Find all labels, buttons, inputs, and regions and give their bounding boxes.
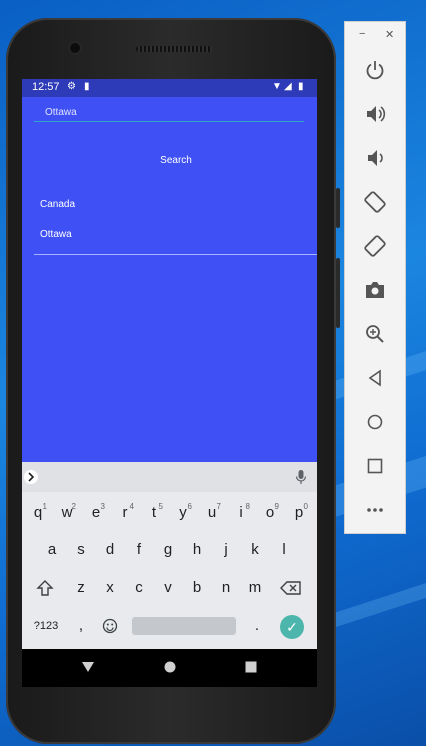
navigation-bar [22,649,317,687]
search-input[interactable]: Ottawa [34,106,304,122]
backspace-icon [280,581,301,595]
status-time: 12:57 [32,81,60,93]
key-h[interactable]: h [186,536,208,564]
key-b[interactable]: b [186,574,208,602]
nav-overview-icon[interactable] [244,660,258,674]
key-s[interactable]: s [70,536,92,564]
key-y[interactable]: y6 [172,499,194,527]
wifi-icon: ▼ [272,81,282,92]
minimize-icon[interactable]: − [359,28,365,40]
key-l[interactable]: l [273,536,295,564]
key-d[interactable]: d [99,536,121,564]
camera-icon[interactable] [361,276,389,304]
key-z[interactable]: z [70,574,92,602]
earpiece-speaker [136,46,212,52]
key-j[interactable]: j [215,536,237,564]
key-f[interactable]: f [128,536,150,564]
period-key[interactable]: . [246,612,268,640]
battery-icon: ▮ [298,81,304,92]
result-city: Ottawa [40,229,72,240]
space-key[interactable] [132,617,236,635]
key-k[interactable]: k [244,536,266,564]
key-v[interactable]: v [157,574,179,602]
volume-down-icon[interactable] [361,144,389,172]
volume-side-button[interactable] [336,258,340,328]
volume-up-icon[interactable] [361,100,389,128]
phone-screen: 12:57 ⚙ ▮ ▼ ◢ ▮ Ottawa Search Canada Ott… [22,79,317,649]
key-e[interactable]: e3 [85,499,107,527]
sd-card-notification-icon: ▮ [84,81,90,92]
suggestion-strip [22,462,317,492]
key-w[interactable]: w2 [56,499,78,527]
symbols-key[interactable]: ?123 [31,612,61,640]
more-icon[interactable] [361,496,389,524]
key-t[interactable]: t5 [143,499,165,527]
rotate-left-icon[interactable] [361,188,389,216]
overview-icon[interactable] [361,452,389,480]
back-icon[interactable] [361,364,389,392]
key-x[interactable]: x [99,574,121,602]
rotate-right-icon[interactable] [361,232,389,260]
checkmark-icon: ✓ [286,619,298,635]
emulator-control-panel: − ✕ [344,21,406,534]
key-o[interactable]: o9 [259,499,281,527]
close-icon[interactable]: ✕ [385,28,394,41]
nav-back-icon[interactable] [81,661,95,673]
comma-key[interactable]: , [70,612,92,640]
home-icon[interactable] [361,408,389,436]
key-c[interactable]: c [128,574,150,602]
nav-home-icon[interactable] [163,660,177,674]
key-i[interactable]: i8 [230,499,252,527]
emoji-icon [102,618,118,634]
zoom-icon[interactable] [361,320,389,348]
key-n[interactable]: n [215,574,237,602]
key-r[interactable]: r4 [114,499,136,527]
power-side-button[interactable] [336,188,340,228]
status-bar: 12:57 ⚙ ▮ ▼ ◢ ▮ [22,79,317,97]
microphone-icon[interactable] [295,469,307,485]
key-m[interactable]: m [244,574,266,602]
backspace-key[interactable] [280,574,302,602]
search-button[interactable]: Search [142,152,210,170]
settings-notification-icon: ⚙ [67,81,76,92]
shift-icon [36,580,54,596]
key-p[interactable]: p0 [288,499,310,527]
results-divider [34,254,317,255]
result-country: Canada [40,199,76,210]
key-q[interactable]: q1 [27,499,49,527]
front-camera [70,43,80,53]
signal-icon: ◢ [284,81,292,92]
emoji-key[interactable] [99,612,121,640]
key-u[interactable]: u7 [201,499,223,527]
soft-keyboard: q1 w2 e3 r4 t5 y6 u7 i8 o9 p0 a s d f g … [22,462,317,649]
enter-key[interactable]: ✓ [280,615,304,639]
expand-chevron-icon[interactable] [24,469,38,485]
power-icon[interactable] [361,56,389,84]
shift-key[interactable] [34,574,56,602]
key-g[interactable]: g [157,536,179,564]
key-a[interactable]: a [41,536,63,564]
